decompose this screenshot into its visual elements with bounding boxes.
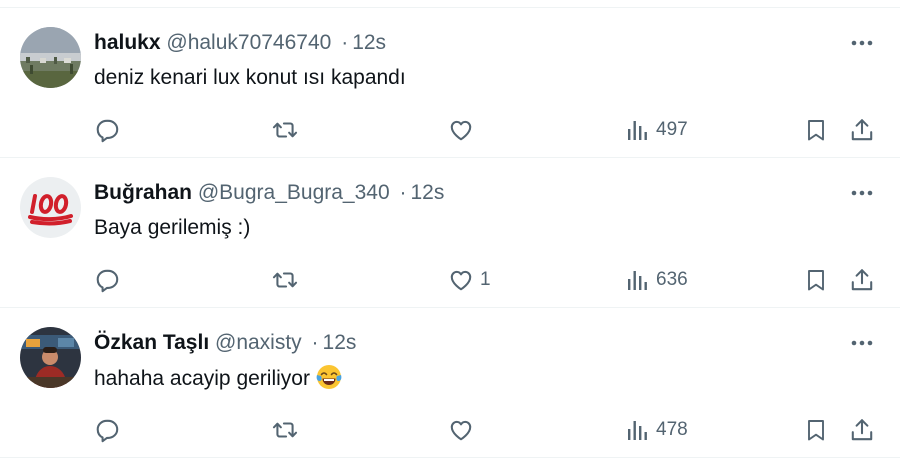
display-name[interactable]: Özkan Taşlı — [94, 331, 209, 354]
display-name[interactable]: Buğrahan — [94, 181, 192, 204]
views-icon — [628, 421, 647, 440]
user-handle[interactable]: @Bugra_Bugra_340 — [198, 181, 390, 204]
avatar[interactable] — [20, 177, 81, 238]
retweet-icon — [272, 422, 298, 438]
view-count: 478 — [656, 419, 688, 440]
timestamp[interactable]: 12s — [352, 31, 386, 54]
bookmark-button[interactable] — [804, 415, 828, 445]
share-button[interactable] — [849, 265, 875, 295]
more-options-icon — [851, 340, 873, 346]
tweet-text: hahaha acayip geriliyor — [94, 364, 342, 393]
more-options-button[interactable] — [848, 33, 876, 53]
retweet-icon — [272, 122, 298, 138]
views-button[interactable]: 497 — [626, 115, 688, 145]
share-icon — [851, 419, 873, 441]
more-options-icon — [851, 40, 873, 46]
tweet-header: Buğrahan @Bugra_Bugra_340 · 12s — [94, 180, 444, 206]
reply-button[interactable] — [95, 415, 121, 445]
tweet-header: halukx @haluk70746740 · 12s — [94, 30, 386, 56]
reply-button[interactable] — [95, 265, 121, 295]
tweet[interactable]: Buğrahan @Bugra_Bugra_340 · 12s Baya geri… — [0, 157, 900, 307]
share-icon — [851, 269, 873, 291]
views-icon — [628, 121, 647, 140]
retweet-button[interactable] — [271, 115, 299, 145]
tweet[interactable]: halukx @haluk70746740 · 12s deniz kenari … — [0, 7, 900, 157]
reply-button[interactable] — [95, 115, 121, 145]
timestamp[interactable]: 12s — [411, 181, 445, 204]
timestamp[interactable]: 12s — [323, 331, 357, 354]
tweet-text: deniz kenari lux konut ısı kapandı — [94, 66, 406, 89]
share-button[interactable] — [849, 415, 875, 445]
bookmark-button[interactable] — [804, 265, 828, 295]
display-name[interactable]: halukx — [94, 31, 161, 54]
more-options-button[interactable] — [848, 333, 876, 353]
tweet-text: Baya gerilemiş :) — [94, 216, 251, 239]
bookmark-icon — [808, 120, 824, 141]
share-icon — [851, 119, 873, 141]
reply-icon — [96, 419, 119, 443]
bookmark-icon — [808, 270, 824, 291]
retweet-icon — [272, 272, 298, 288]
separator: · — [399, 181, 407, 204]
view-count: 636 — [656, 269, 688, 290]
separator: · — [311, 331, 319, 354]
face-with-tears-of-joy-icon — [316, 364, 342, 390]
tweet-feed: halukx @haluk70746740 · 12s deniz kenari … — [0, 0, 900, 466]
reply-icon — [96, 119, 119, 143]
tweet[interactable]: Özkan Taşlı @naxisty · 12s hahaha acayip … — [0, 307, 900, 457]
views-button[interactable]: 636 — [626, 265, 688, 295]
heart-icon — [450, 120, 472, 141]
view-count: 497 — [656, 119, 688, 140]
tweet-header: Özkan Taşlı @naxisty · 12s — [94, 330, 356, 356]
reply-icon — [96, 269, 119, 293]
heart-icon — [450, 420, 472, 441]
more-options-button[interactable] — [848, 183, 876, 203]
avatar[interactable] — [20, 327, 81, 388]
bookmark-button[interactable] — [804, 115, 828, 145]
views-button[interactable]: 478 — [626, 415, 688, 445]
like-button[interactable]: 1 — [448, 265, 491, 295]
user-handle[interactable]: @naxisty — [215, 331, 302, 354]
like-button[interactable] — [448, 115, 480, 145]
bookmark-icon — [808, 420, 824, 441]
more-options-icon — [851, 190, 873, 196]
retweet-button[interactable] — [271, 415, 299, 445]
separator: · — [341, 31, 349, 54]
avatar[interactable] — [20, 27, 81, 88]
like-count: 1 — [480, 269, 491, 290]
views-icon — [628, 271, 647, 290]
like-button[interactable] — [448, 415, 480, 445]
retweet-button[interactable] — [271, 265, 299, 295]
user-handle[interactable]: @haluk70746740 — [166, 31, 331, 54]
tweet-text-content: hahaha acayip geriliyor — [94, 367, 310, 390]
heart-icon — [450, 270, 472, 291]
share-button[interactable] — [849, 115, 875, 145]
divider — [0, 457, 900, 458]
